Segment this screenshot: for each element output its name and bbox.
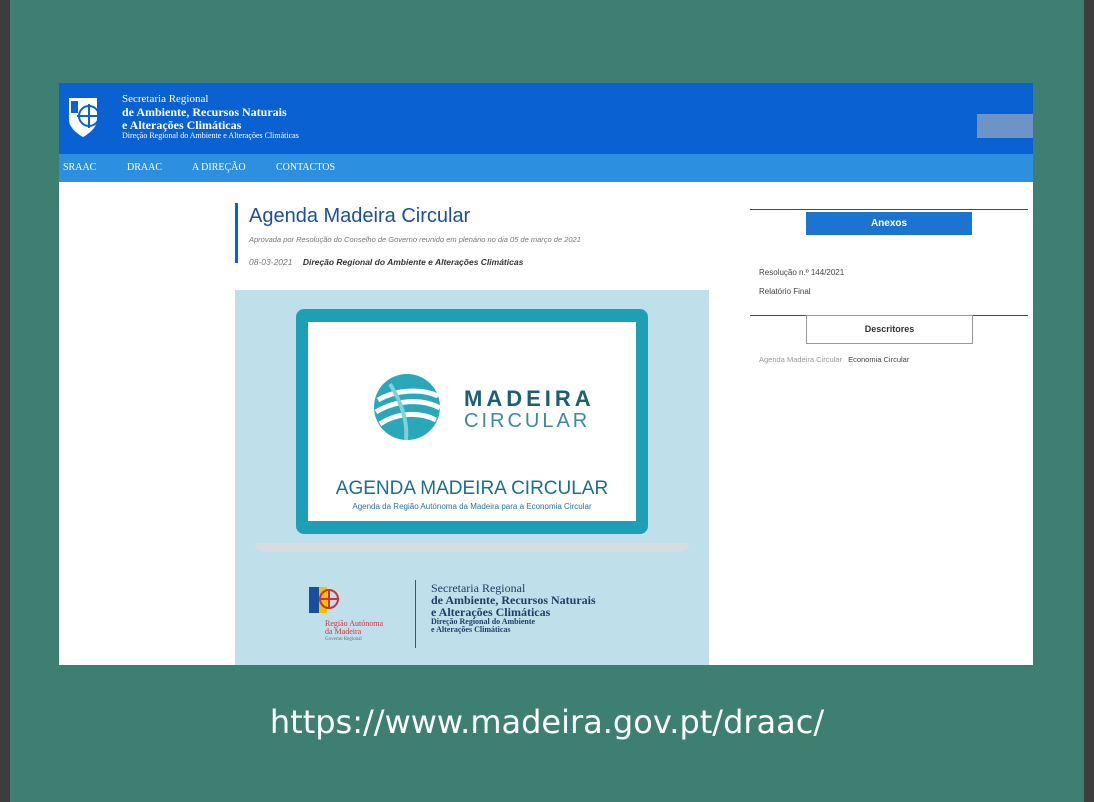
header-line-4: Direção Regional do Ambiente e Alteraçõe… xyxy=(122,130,299,140)
brand-circular: CIRCULAR xyxy=(464,410,591,432)
site-header: Secretaria Regional de Ambiente, Recurso… xyxy=(59,83,1033,154)
laptop-screen: MADEIRA CIRCULAR AGENDA MADEIRA CIRCULAR… xyxy=(308,322,636,521)
region-line-3: Governo Regional xyxy=(325,636,362,642)
poster-sec-line-5: e Alterações Climáticas xyxy=(431,625,511,634)
laptop-base xyxy=(255,543,689,552)
header-title-block[interactable]: Secretaria Regional de Ambiente, Recurso… xyxy=(122,93,299,140)
agenda-subtitle: Agenda da Região Autónoma da Madeira par… xyxy=(352,502,592,511)
doc-link-relatorio[interactable]: Relatório Final xyxy=(759,287,811,296)
header-line-2: de Ambiente, Recursos Naturais xyxy=(122,104,287,119)
tag-list: Agenda Madeira Circular Economia Circula… xyxy=(759,355,909,364)
nav-item-a-direcao[interactable]: A DIREÇÃO xyxy=(192,162,246,173)
nav-item-draac[interactable]: DRAAC xyxy=(127,162,162,173)
publish-date: 08-03-2021 xyxy=(249,257,293,267)
page-subtitle: Aprovada por Resolução do Conselho de Go… xyxy=(249,235,581,244)
page-title: Agenda Madeira Circular xyxy=(249,205,471,227)
title-accent-bar xyxy=(235,203,238,263)
tag-economia-circular[interactable]: Economia Circular xyxy=(848,355,909,364)
article-meta: 08-03-2021 Direção Regional do Ambiente … xyxy=(249,257,523,267)
poster-secretaria: Secretaria Regional de Ambiente, Recurso… xyxy=(431,582,596,634)
laptop-frame: MADEIRA CIRCULAR AGENDA MADEIRA CIRCULAR… xyxy=(296,309,648,534)
nav-bar: SRAAC DRAAC A DIREÇÃO CONTACTOS xyxy=(59,154,1033,182)
region-name: Região Autónoma da Madeira Governo Regio… xyxy=(325,619,383,642)
website-screenshot: Secretaria Regional de Ambiente, Recurso… xyxy=(59,83,1033,665)
descritores-tab[interactable]: Descritores xyxy=(806,315,973,344)
region-shield-logo-icon[interactable] xyxy=(67,96,103,138)
brand-madeira: MADEIRA xyxy=(464,386,595,411)
agenda-title: AGENDA MADEIRA CIRCULAR xyxy=(335,478,609,499)
aside-divider-top xyxy=(750,209,1028,210)
agenda-poster-image: MADEIRA CIRCULAR AGENDA MADEIRA CIRCULAR… xyxy=(235,290,709,665)
nav-item-contactos[interactable]: CONTACTOS xyxy=(276,162,335,173)
nav-item-sraac[interactable]: SRAAC xyxy=(63,162,96,173)
madeira-region-logo-icon xyxy=(309,587,339,613)
tag-agenda-madeira-circular[interactable]: Agenda Madeira Circular xyxy=(759,355,842,364)
header-line-3: e Alterações Climáticas xyxy=(122,117,242,132)
slide-url-caption: https://www.madeira.gov.pt/draac/ xyxy=(269,703,825,741)
region-line-2: da Madeira xyxy=(325,627,362,637)
poster-divider xyxy=(415,580,416,648)
globe-logo-icon xyxy=(374,374,442,441)
anexos-tab[interactable]: Anexos xyxy=(806,212,972,235)
header-search-area[interactable] xyxy=(977,114,1033,138)
article-author: Direção Regional do Ambiente e Alteraçõe… xyxy=(302,257,524,267)
doc-link-resolucao[interactable]: Resolução n.º 144/2021 xyxy=(759,268,844,277)
